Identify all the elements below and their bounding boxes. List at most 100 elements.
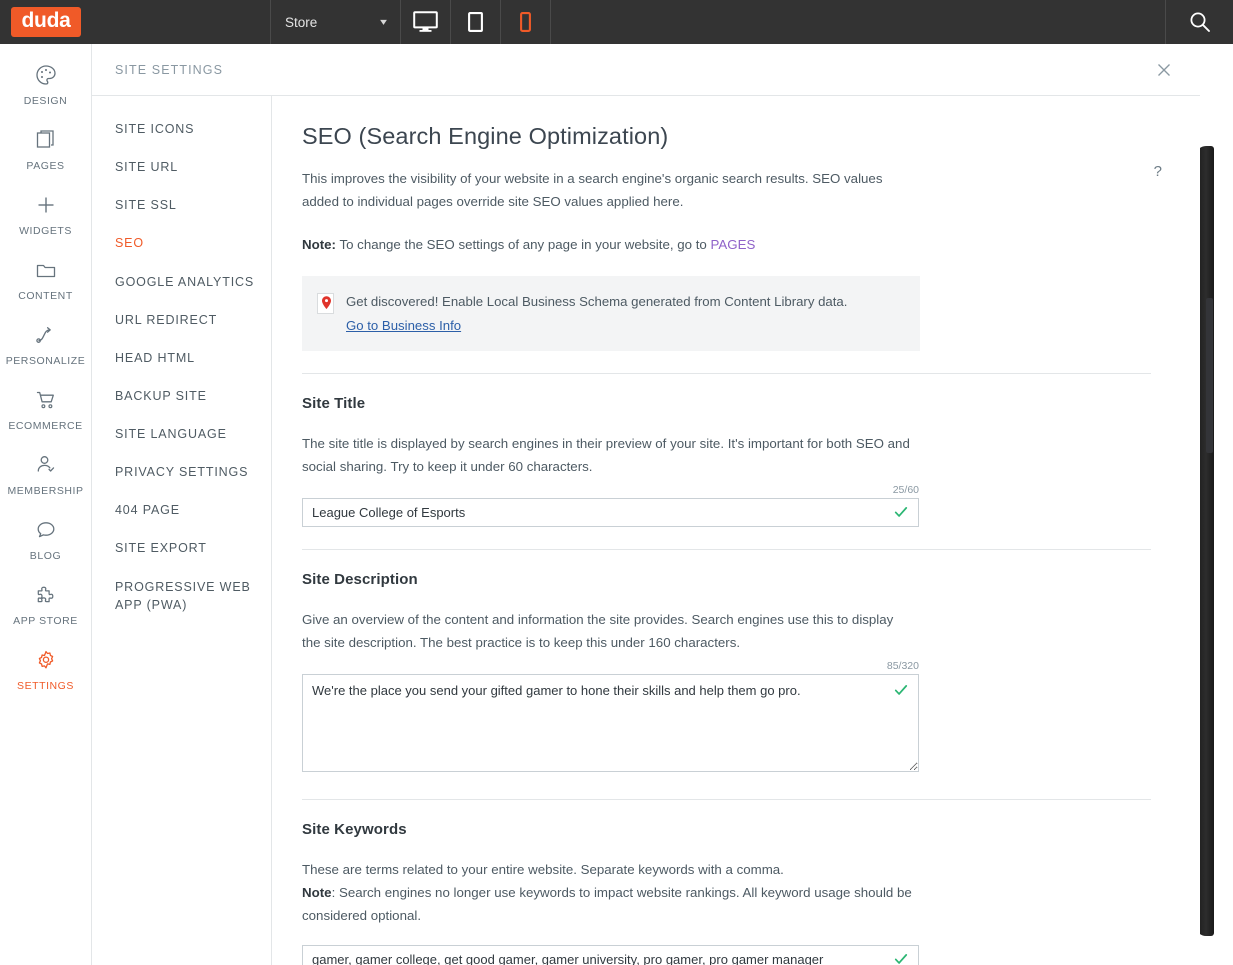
map-pin-card [317, 292, 334, 314]
subnav-item-site-ssl[interactable]: SITE SSL [92, 186, 271, 224]
help-icon[interactable]: ? [1154, 163, 1162, 180]
site-keywords-input[interactable] [302, 945, 919, 965]
site-description-section: Site Description Give an overview of the… [302, 571, 1150, 777]
device-tablet-button[interactable] [451, 0, 501, 44]
user-check-icon [37, 456, 54, 472]
rail-label-membership: MEMBERSHIP [7, 485, 84, 497]
duda-logo[interactable]: duda [10, 6, 82, 38]
device-switcher [401, 0, 551, 44]
puzzle-icon [37, 586, 53, 603]
desktop-icon [413, 11, 438, 32]
rail-item-personalize[interactable]: PERSONALIZE [0, 316, 92, 374]
rail-item-app-store[interactable]: APP STORE [0, 576, 92, 634]
rail-item-settings[interactable]: SETTINGS [0, 641, 92, 699]
subnav-item-url-redirect[interactable]: URL REDIRECT [92, 301, 271, 339]
check-icon [894, 954, 908, 965]
rail-item-widgets[interactable]: WIDGETS [0, 186, 92, 244]
rail-item-blog[interactable]: BLOG [0, 511, 92, 569]
speech-bubble-icon [37, 522, 54, 538]
path-arrow-icon [35, 327, 51, 343]
rail-item-content[interactable]: CONTENT [0, 251, 92, 309]
site-keywords-heading: Site Keywords [302, 820, 407, 838]
rail-item-pages[interactable]: PAGES [0, 121, 92, 179]
subnav-item-site-export[interactable]: SITE EXPORT [92, 529, 271, 567]
panel-body: SITE ICONS SITE URL SITE SSL SEO GOOGLE … [92, 96, 1200, 965]
site-title-field-wrap [302, 498, 919, 528]
top-bar: duda Store ▾ [0, 0, 1233, 44]
seo-note-prefix: Note: [302, 236, 336, 252]
subnav-item-backup-site[interactable]: BACKUP SITE [92, 377, 271, 415]
subnav-item-site-icons[interactable]: SITE ICONS [92, 110, 271, 148]
rail-label-ecommerce: ECOMMERCE [8, 420, 83, 432]
rail-label-design: DESIGN [23, 95, 68, 107]
site-settings-panel: SITE SETTINGS SITE ICONS SITE URL SITE S… [92, 44, 1200, 965]
rail-item-ecommerce[interactable]: ECOMMERCE [0, 381, 92, 439]
tablet-icon [468, 12, 483, 32]
section-divider-2 [302, 549, 1151, 551]
site-keywords-desc-line2: : Search engines no longer use keywords … [302, 884, 912, 923]
site-description-textarea[interactable]: We're the place you send your gifted gam… [302, 673, 919, 772]
store-selector[interactable]: Store ▾ [270, 0, 401, 44]
cart-icon [36, 391, 54, 409]
site-description-heading: Site Description [302, 571, 418, 589]
site-title-heading: Site Title [302, 395, 366, 413]
palette-icon [35, 65, 56, 85]
rail-item-membership[interactable]: MEMBERSHIP [0, 446, 92, 504]
subnav-item-progressive-web-app[interactable]: PROGRESSIVE WEB APP (PWA) [92, 568, 271, 624]
seo-intro-text: This improves the visibility of your web… [302, 171, 883, 210]
pages-link[interactable]: PAGES [711, 237, 756, 252]
subnav-item-head-html[interactable]: HEAD HTML [92, 339, 271, 377]
page-title: SEO (Search Engine Optimization) [302, 123, 669, 149]
store-selector-label: Store [285, 14, 318, 30]
pages-icon [36, 130, 54, 148]
close-icon[interactable] [1154, 60, 1174, 80]
mobile-icon [520, 12, 531, 32]
panel-title: SITE SETTINGS [115, 62, 224, 77]
left-rail: DESIGN PAGES WIDGETS CONTENT PERSONALIZE… [0, 44, 92, 965]
subnav-item-site-url[interactable]: SITE URL [92, 148, 271, 186]
callout-text: Get discovered! Enable Local Business Sc… [346, 293, 848, 309]
panel-header: SITE SETTINGS [92, 44, 1200, 96]
check-icon [894, 684, 908, 695]
site-title-section: Site Title The site title is displayed b… [302, 395, 1150, 528]
gear-icon [38, 650, 53, 669]
search-button[interactable] [1165, 0, 1233, 44]
go-to-business-info-link[interactable]: Go to Business Info [346, 318, 461, 333]
site-keywords-description: These are terms related to your entire w… [302, 859, 912, 928]
seo-settings-content: ? SEO (Search Engine Optimization) This … [272, 96, 1200, 965]
site-title-description: The site title is displayed by search en… [302, 436, 910, 475]
topbar-fill [551, 0, 1165, 44]
device-mobile-button[interactable] [501, 0, 551, 44]
search-icon [1190, 12, 1210, 32]
rail-label-personalize: PERSONALIZE [5, 355, 86, 367]
rail-label-widgets: WIDGETS [19, 225, 72, 237]
folder-icon [36, 264, 55, 278]
rail-item-design[interactable]: DESIGN [0, 56, 92, 114]
subnav-item-google-analytics[interactable]: GOOGLE ANALYTICS [92, 263, 271, 301]
rail-label-content: CONTENT [18, 290, 73, 302]
subnav-item-seo[interactable]: SEO [92, 224, 271, 262]
check-icon [894, 507, 908, 517]
app-root: duda Store ▾ DESIGN PAGES WIDGETS CONTEN… [0, 0, 1233, 965]
seo-note-text: To change the SEO settings of any page i… [335, 236, 711, 252]
subnav-item-404-page[interactable]: 404 PAGE [92, 491, 271, 529]
subnav-item-site-language[interactable]: SITE LANGUAGE [92, 415, 271, 453]
site-title-counter: 25/60 [892, 484, 919, 497]
site-keywords-note-prefix: Note [302, 884, 332, 900]
site-keywords-section: Site Keywords These are terms related to… [302, 821, 1150, 965]
site-description-field-wrap: We're the place you send your gifted gam… [302, 673, 919, 777]
site-title-input[interactable] [302, 498, 919, 528]
site-description-description: Give an overview of the content and info… [302, 612, 894, 650]
site-keywords-field-wrap [302, 945, 919, 965]
section-divider-3 [302, 798, 1151, 800]
subnav-item-privacy-settings[interactable]: PRIVACY SETTINGS [92, 453, 271, 491]
rail-label-app-store: APP STORE [13, 615, 78, 627]
section-divider-1 [302, 373, 1151, 375]
rail-label-settings: SETTINGS [17, 680, 74, 692]
settings-subnav: SITE ICONS SITE URL SITE SSL SEO GOOGLE … [92, 96, 272, 965]
device-desktop-button[interactable] [401, 0, 451, 44]
site-keywords-desc-line1: These are terms related to your entire w… [302, 861, 784, 877]
map-pin-icon [322, 296, 331, 309]
site-description-counter: 85/320 [886, 659, 919, 672]
